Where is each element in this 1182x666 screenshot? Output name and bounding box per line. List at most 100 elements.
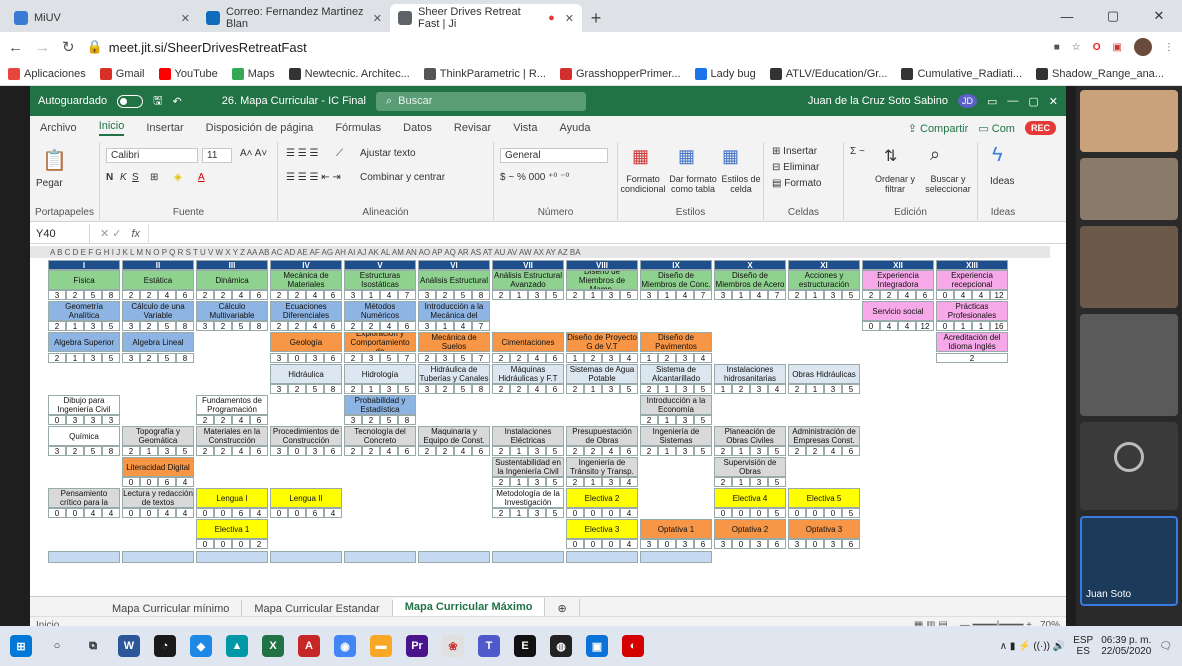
- find-select-button[interactable]: Buscar y seleccionar: [920, 174, 976, 194]
- credit-cell[interactable]: 4: [620, 508, 638, 518]
- credit-cell[interactable]: 3: [788, 539, 806, 549]
- autosum-icon[interactable]: Σ ~: [850, 146, 865, 157]
- credit-cell[interactable]: 2: [566, 384, 584, 394]
- credit-cell[interactable]: 2: [270, 321, 288, 331]
- tab-revisar[interactable]: Revisar: [454, 122, 491, 134]
- save-icon[interactable]: 🖫: [153, 92, 162, 111]
- credit-cell[interactable]: 2: [250, 539, 268, 549]
- credit-cell[interactable]: 6: [694, 539, 712, 549]
- credit-cell[interactable]: 3: [676, 446, 694, 456]
- credit-cell[interactable]: 4: [620, 477, 638, 487]
- subject-cell[interactable]: Acreditación del Idioma Inglés: [936, 332, 1008, 352]
- word-icon[interactable]: W: [118, 635, 140, 657]
- credit-cell[interactable]: 3: [676, 539, 694, 549]
- credit-cell[interactable]: 6: [546, 384, 564, 394]
- sheet-tab-maximo[interactable]: Mapa Curricular Máximo: [392, 598, 546, 618]
- cell-styles-button[interactable]: Estilos de celda: [718, 174, 764, 194]
- subject-cell[interactable]: Electiva 2: [566, 488, 638, 508]
- credit-cell[interactable]: 1: [714, 384, 732, 394]
- credit-cell[interactable]: 2: [344, 446, 362, 456]
- credit-cell[interactable]: 0: [122, 508, 140, 518]
- credit-cell[interactable]: 0: [584, 508, 602, 518]
- subject-cell[interactable]: Ingeniería de Sistemas: [640, 426, 712, 446]
- credit-cell[interactable]: 5: [158, 321, 176, 331]
- undo-icon[interactable]: ↶: [173, 95, 182, 108]
- bookmark-item[interactable]: Newtecnic. Architec...: [288, 67, 410, 80]
- format-cells-button[interactable]: ▤ Formato: [772, 178, 821, 189]
- credit-cell[interactable]: 6: [620, 446, 638, 456]
- credit-cell[interactable]: 2: [436, 290, 454, 300]
- tab-vista[interactable]: Vista: [513, 122, 537, 134]
- credit-cell[interactable]: 4: [306, 290, 324, 300]
- credit-cell[interactable]: 8: [176, 353, 194, 363]
- credit-cell[interactable]: 5: [546, 290, 564, 300]
- paste-button[interactable]: Pegar: [36, 178, 63, 189]
- subject-cell[interactable]: Introducción a la Economía: [640, 395, 712, 415]
- excel-icon[interactable]: X: [262, 635, 284, 657]
- minimize-icon[interactable]: —: [1007, 95, 1018, 107]
- credit-cell[interactable]: 6: [176, 290, 194, 300]
- credit-cell[interactable]: 6: [324, 321, 342, 331]
- insert-cells-button[interactable]: ⊞ Insertar: [772, 146, 817, 157]
- credit-cell[interactable]: 16: [990, 321, 1008, 331]
- bookmark-item[interactable]: Gmail: [99, 67, 145, 80]
- credit-cell[interactable]: 0: [806, 539, 824, 549]
- credit-cell[interactable]: 0: [936, 290, 954, 300]
- grow-font-icon[interactable]: A˄ A˅: [240, 148, 267, 159]
- semester-header[interactable]: XI: [788, 260, 860, 270]
- semester-header[interactable]: XIII: [936, 260, 1008, 270]
- borders-icon[interactable]: ⊞: [150, 172, 158, 183]
- credit-cell[interactable]: 4: [602, 446, 620, 456]
- credit-cell[interactable]: 3: [676, 353, 694, 363]
- semester-header[interactable]: VII: [492, 260, 564, 270]
- camera-icon[interactable]: ■: [1054, 42, 1060, 53]
- subject-cell[interactable]: Cálculo Multivariable: [196, 301, 268, 321]
- close-window-icon[interactable]: ✕: [1136, 0, 1182, 32]
- subject-cell[interactable]: Tecnología del Concreto: [344, 426, 416, 446]
- credit-cell[interactable]: 1: [66, 321, 84, 331]
- subject-cell[interactable]: Ecuaciones Diferenciales: [270, 301, 342, 321]
- credit-cell[interactable]: 1: [140, 446, 158, 456]
- font-color-icon[interactable]: A: [198, 172, 205, 183]
- credit-cell[interactable]: 5: [694, 415, 712, 425]
- credit-cell[interactable]: 4: [380, 446, 398, 456]
- credit-cell[interactable]: 5: [768, 508, 786, 518]
- merge-center-button[interactable]: Combinar y centrar: [360, 172, 445, 183]
- credit-cell[interactable]: 5: [842, 508, 860, 518]
- credit-cell[interactable]: 0: [140, 508, 158, 518]
- credit-cell[interactable]: 4: [102, 508, 120, 518]
- reload-icon[interactable]: ↻: [62, 38, 75, 56]
- participant-tile[interactable]: [1080, 158, 1178, 220]
- credit-cell[interactable]: 3: [270, 384, 288, 394]
- fx-icon[interactable]: fx: [132, 228, 141, 240]
- credit-cell[interactable]: 3: [84, 353, 102, 363]
- credit-cell[interactable]: 3: [344, 415, 362, 425]
- credit-cell[interactable]: 2: [788, 290, 806, 300]
- credit-cell[interactable]: 2: [658, 353, 676, 363]
- credit-cell[interactable]: 2: [788, 446, 806, 456]
- credit-cell[interactable]: 0: [122, 477, 140, 487]
- subject-cell[interactable]: Acciones y estructuración: [788, 270, 860, 290]
- participant-tile[interactable]: [1080, 90, 1178, 152]
- credit-cell[interactable]: 0: [714, 508, 732, 518]
- credit-cell[interactable]: 6: [250, 446, 268, 456]
- credit-cell[interactable]: 2: [806, 446, 824, 456]
- semester-header[interactable]: II: [122, 260, 194, 270]
- subject-cell[interactable]: Instalaciones Eléctricas: [492, 426, 564, 446]
- subject-cell[interactable]: Lectura y redacción de textos: [122, 488, 194, 508]
- bookmark-item[interactable]: Maps: [231, 67, 275, 80]
- subject-cell[interactable]: Diseño de Miembros de Mamp.: [566, 270, 638, 290]
- credit-cell[interactable]: 2: [362, 321, 380, 331]
- subject-cell[interactable]: Sistemas de Agua Potable: [566, 364, 638, 384]
- bookmark-item[interactable]: Aplicaciones: [8, 67, 86, 80]
- credit-cell[interactable]: 5: [398, 384, 416, 394]
- rhino-icon[interactable]: ❀: [442, 635, 464, 657]
- credit-cell[interactable]: 0: [288, 508, 306, 518]
- credit-cell[interactable]: 3: [714, 290, 732, 300]
- credit-cell[interactable]: 1: [732, 290, 750, 300]
- credit-cell[interactable]: 8: [398, 415, 416, 425]
- subject-cell[interactable]: Algebra Lineal: [122, 332, 194, 352]
- credit-cell[interactable]: 8: [472, 384, 490, 394]
- subject-cell[interactable]: Cálculo de una Variable: [122, 301, 194, 321]
- credit-cell[interactable]: 2: [418, 353, 436, 363]
